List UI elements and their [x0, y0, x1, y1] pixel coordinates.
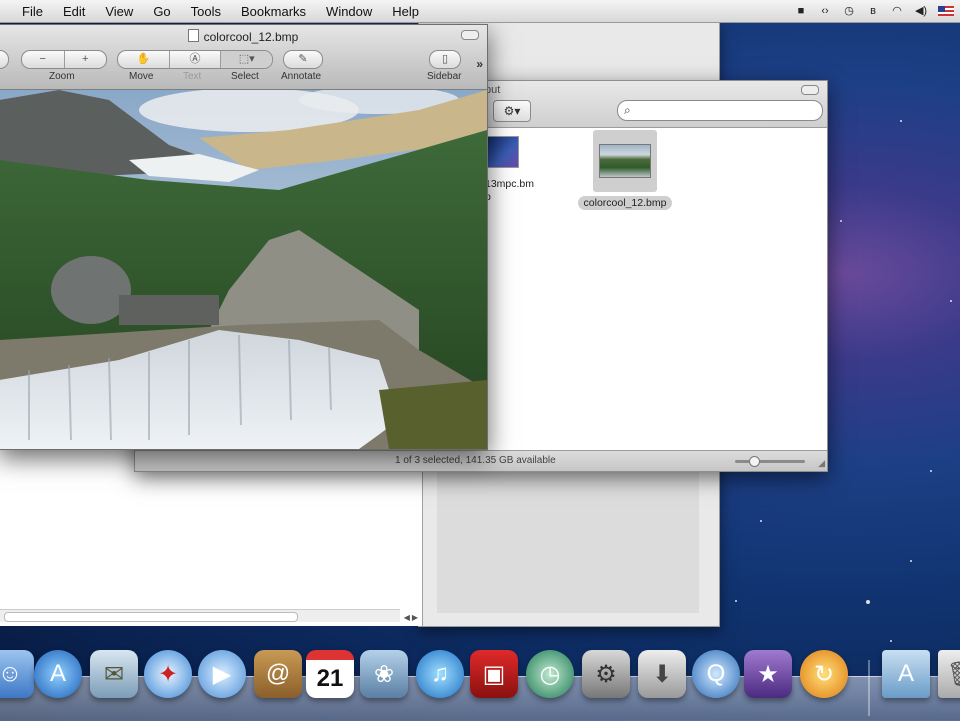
bluetooth-icon[interactable]: ʙ: [866, 5, 880, 17]
menu-file[interactable]: File: [12, 4, 53, 19]
annotate-button[interactable]: ✎: [283, 50, 323, 69]
scroll-right-icon[interactable]: ▶: [412, 613, 418, 622]
move-hand-icon[interactable]: ✋: [118, 51, 170, 68]
menu-extras: ■ ‹› ◷ ʙ ◠ ◀): [794, 0, 954, 22]
preview-title: colorcool_12.bmp: [0, 29, 487, 44]
scroll-left-icon[interactable]: ◀: [404, 613, 410, 622]
finder-search-field[interactable]: ⌕: [617, 100, 823, 121]
file-selection-highlight: [593, 130, 657, 192]
zoom-in-icon[interactable]: +: [65, 51, 107, 68]
file-thumbnail-icon: [485, 136, 519, 168]
move-label: Move: [129, 71, 154, 82]
photo-booth-dock-icon[interactable]: ▣: [470, 650, 518, 698]
volume-icon[interactable]: ◀): [914, 5, 928, 17]
sidebar-icon[interactable]: ▯: [430, 51, 460, 68]
nav-segment[interactable]: [0, 50, 9, 69]
previous-icon[interactable]: [0, 51, 8, 68]
dock-separator: [868, 660, 870, 716]
itunes-dock-icon[interactable]: ♫: [416, 650, 464, 698]
calendar-dock-icon[interactable]: 21: [306, 650, 354, 698]
zoom-out-icon[interactable]: −: [22, 51, 65, 68]
scroll-arrows[interactable]: ◀ ▶: [404, 613, 418, 622]
finder-status-bar: 1 of 3 selected, 141.35 GB available ◢: [135, 450, 827, 471]
safari-dock-icon[interactable]: ✦: [144, 650, 192, 698]
toolbar-toggle-button[interactable]: [461, 30, 479, 40]
action-menu-button[interactable]: ⚙▾: [493, 100, 531, 122]
menu-bookmarks[interactable]: Bookmarks: [231, 4, 316, 19]
finder-back-pane: [437, 463, 699, 613]
brackets-icon[interactable]: ‹›: [818, 5, 832, 17]
pencil-icon[interactable]: ✎: [284, 51, 322, 68]
file-name: colorcool_12.bmp: [577, 196, 673, 210]
software-update-dock-icon[interactable]: ↻: [800, 650, 848, 698]
menu-help[interactable]: Help: [382, 4, 429, 19]
calendar-day: 21: [316, 665, 344, 692]
preview-window[interactable]: colorcool_12.bmp − + Zoom ✋ Ⓐ ⬚▾ Move Te…: [0, 24, 488, 450]
menu-tools[interactable]: Tools: [181, 4, 231, 19]
horizontal-scrollbar[interactable]: [0, 609, 400, 622]
trash-dock-icon[interactable]: 🗑: [938, 650, 960, 698]
time-machine-icon[interactable]: ◷: [842, 5, 856, 17]
iphoto-dock-icon[interactable]: ❀: [360, 650, 408, 698]
search-icon: ⌕: [624, 103, 631, 117]
slider-knob[interactable]: [749, 456, 760, 467]
menu-view[interactable]: View: [95, 4, 143, 19]
address-book-dock-icon[interactable]: @: [254, 650, 302, 698]
preview-title-text: colorcool_12.bmp: [203, 30, 299, 44]
document-icon: [187, 29, 199, 42]
menu-window[interactable]: Window: [316, 4, 382, 19]
finder-dock-icon[interactable]: ☺: [0, 650, 34, 698]
system-preferences-dock-icon[interactable]: ⚙: [582, 650, 630, 698]
preview-dock-icon[interactable]: ✉: [90, 650, 138, 698]
search-input[interactable]: [638, 102, 820, 119]
image-thumbnail-icon: [599, 144, 651, 178]
facetime-dock-icon[interactable]: ▶: [198, 650, 246, 698]
menu-edit[interactable]: Edit: [53, 4, 95, 19]
file-name: 13mpc.bm p: [485, 178, 535, 203]
toolbar-toggle-button[interactable]: [801, 85, 819, 95]
flag-us-icon[interactable]: [938, 6, 954, 16]
scrollbar-thumb[interactable]: [4, 612, 298, 622]
installer-dock-icon[interactable]: ⬇: [638, 650, 686, 698]
select-label: Select: [231, 71, 259, 82]
tool-segment[interactable]: ✋ Ⓐ ⬚▾: [117, 50, 273, 69]
annotate-label: Annotate: [281, 71, 322, 82]
imovie-dock-icon[interactable]: ★: [744, 650, 792, 698]
landscape-photo: [0, 90, 487, 449]
screen-record-icon[interactable]: ■: [794, 5, 808, 17]
icon-size-slider[interactable]: [735, 456, 805, 467]
status-text: 1 of 3 selected, 141.35 GB available: [395, 455, 556, 466]
text-label: Text: [183, 71, 202, 82]
menu-bar: File Edit View Go Tools Bookmarks Window…: [0, 0, 960, 23]
gear-icon: ⚙▾: [503, 104, 521, 118]
preview-toolbar: colorcool_12.bmp − + Zoom ✋ Ⓐ ⬚▾ Move Te…: [0, 25, 487, 90]
preview-image[interactable]: [0, 90, 487, 449]
applications-folder-dock-icon[interactable]: A: [882, 650, 930, 698]
wifi-icon[interactable]: ◠: [890, 5, 904, 17]
zoom-segment[interactable]: − +: [21, 50, 107, 69]
sidebar-label: Sidebar: [427, 71, 462, 82]
text-cursor-icon[interactable]: Ⓐ: [170, 51, 222, 68]
select-icon[interactable]: ⬚▾: [221, 51, 272, 68]
app-store-dock-icon[interactable]: A: [34, 650, 82, 698]
sidebar-button[interactable]: ▯: [429, 50, 461, 69]
resize-grip-icon[interactable]: ◢: [818, 458, 825, 469]
time-machine-dock-icon[interactable]: ◷: [526, 650, 574, 698]
file-item[interactable]: 13mpc.bm p: [481, 136, 547, 204]
file-item-selected[interactable]: colorcool_12.bmp: [575, 130, 675, 210]
zoom-label: Zoom: [49, 71, 75, 82]
menu-go[interactable]: Go: [143, 4, 180, 19]
quicktime-dock-icon[interactable]: Q: [692, 650, 740, 698]
toolbar-overflow-icon[interactable]: »: [476, 57, 483, 71]
